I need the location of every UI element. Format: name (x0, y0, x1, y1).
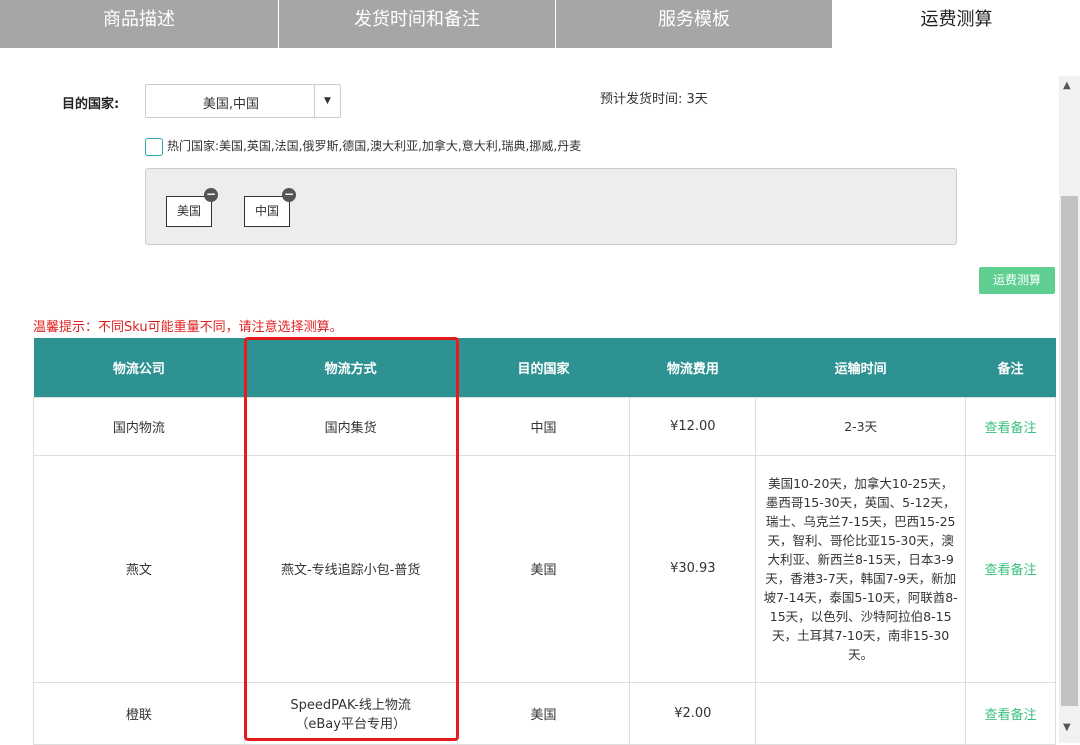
warning-tip: 温馨提示：不同Sku可能重量不同，请注意选择测算。 (33, 320, 343, 335)
header-carrier: 物流公司 (33, 338, 245, 397)
country-label: 目的国家: (62, 97, 120, 112)
country-select[interactable]: 美国,中国 ▼ (145, 84, 341, 118)
table-row: 国内物流 国内集货 中国 ¥12.00 2-3天 查看备注 (33, 396, 1056, 456)
table-header-row: 物流公司 物流方式 目的国家 物流费用 运输时间 备注 (33, 338, 1056, 397)
view-note-link[interactable]: 查看备注 (965, 454, 1056, 683)
cell-method: 燕文-专线追踪小包-普货 (243, 454, 458, 683)
cell-fee: ¥12.00 (629, 396, 757, 456)
cell-transit: 2-3天 (755, 396, 967, 456)
cell-country: 中国 (456, 396, 631, 456)
cell-fee: ¥30.93 (629, 454, 757, 683)
header-note: 备注 (965, 338, 1056, 397)
table-row: 橙联 SpeedPAK-线上物流（eBay平台专用） 美国 ¥2.00 查看备注 (33, 681, 1056, 745)
cell-fee: ¥2.00 (629, 681, 757, 745)
tab-bar: 商品描述 发货时间和备注 服务模板 运费测算 (0, 0, 1080, 48)
cell-carrier: 国内物流 (33, 396, 245, 456)
hot-countries-label: 热门国家:美国,英国,法国,俄罗斯,德国,澳大利亚,加拿大,意大利,瑞典,挪威,… (167, 138, 582, 153)
header-country: 目的国家 (457, 338, 630, 397)
tab-shipping-calculation[interactable]: 运费测算 (833, 0, 1080, 48)
view-note-link[interactable]: 查看备注 (965, 396, 1056, 456)
tab-shipping-time-notes[interactable]: 发货时间和备注 (279, 0, 556, 48)
country-chip-label: 中国 (255, 204, 280, 218)
country-chip: 美国 − (166, 188, 219, 227)
scroll-down-icon[interactable]: ▼ (1063, 722, 1071, 733)
header-transit: 运输时间 (755, 338, 966, 397)
chevron-down-icon[interactable]: ▼ (314, 85, 340, 117)
country-chip: 中国 − (244, 188, 297, 227)
scroll-up-icon[interactable]: ▲ (1063, 80, 1071, 91)
hot-countries-checkbox[interactable] (145, 138, 163, 156)
hot-countries-row: 热门国家:美国,英国,法国,俄罗斯,德国,澳大利亚,加拿大,意大利,瑞典,挪威,… (145, 134, 581, 156)
view-note-link[interactable]: 查看备注 (965, 681, 1056, 745)
remove-icon[interactable]: − (282, 188, 297, 202)
remove-icon[interactable]: − (204, 188, 219, 202)
cell-carrier: 燕文 (33, 454, 245, 683)
shipping-table: 物流公司 物流方式 目的国家 物流费用 运输时间 备注 国内物流 国内集货 中国… (33, 338, 1056, 745)
country-chip-label: 美国 (177, 204, 202, 218)
calculate-shipping-button[interactable]: 运费测算 (979, 267, 1055, 294)
scrollbar-thumb[interactable] (1061, 196, 1078, 706)
cell-method: SpeedPAK-线上物流（eBay平台专用） (243, 681, 458, 745)
estimated-ship-time: 预计发货时间: 3天 (600, 92, 708, 107)
selected-countries-box: 美国 − 中国 − (145, 168, 957, 245)
cell-transit (755, 681, 967, 745)
table-row: 燕文 燕文-专线追踪小包-普货 美国 ¥30.93 美国10-20天，加拿大10… (33, 454, 1056, 683)
header-method: 物流方式 (244, 338, 458, 397)
tab-service-template[interactable]: 服务模板 (556, 0, 833, 48)
cell-country: 美国 (456, 454, 631, 683)
cell-method: 国内集货 (243, 396, 458, 456)
cell-transit: 美国10-20天，加拿大10-25天，墨西哥15-30天，英国、5-12天，瑞士… (755, 454, 967, 683)
cell-carrier: 橙联 (33, 681, 245, 745)
country-select-value: 美国,中国 (202, 97, 260, 112)
tab-product-description[interactable]: 商品描述 (0, 0, 279, 48)
cell-country: 美国 (456, 681, 631, 745)
header-fee: 物流费用 (629, 338, 756, 397)
